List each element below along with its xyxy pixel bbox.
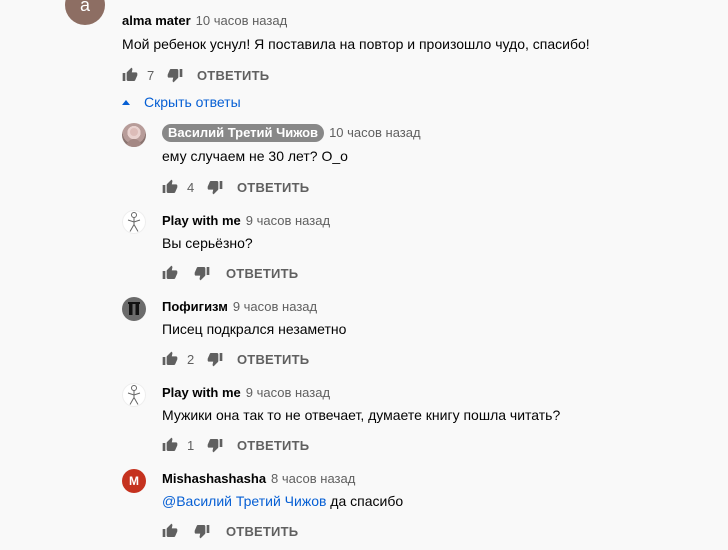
person-photo-icon [126, 128, 142, 147]
comment-actions: 4 ОТВЕТИТЬ [162, 177, 309, 197]
comment-text: ему случаем не 30 лет? O_o [162, 148, 348, 164]
like-button[interactable] [162, 523, 178, 539]
comment-header: Mishashashasha 8 часов назад [162, 471, 355, 486]
comment-author[interactable]: Пофигизм [162, 299, 228, 314]
avatar[interactable] [122, 297, 146, 321]
avatar[interactable]: a [65, 0, 105, 25]
avatar[interactable] [122, 210, 146, 234]
stick-figure-icon [127, 385, 141, 405]
like-count: 4 [187, 179, 195, 195]
reply-button[interactable]: ОТВЕТИТЬ [237, 438, 309, 453]
hide-replies-button[interactable]: Скрыть ответы [121, 94, 241, 110]
dislike-button[interactable] [207, 351, 223, 367]
comment-text: Мужики она так то не отвечает, думаете к… [162, 407, 561, 423]
like-button[interactable] [162, 179, 178, 195]
thumbs-up-icon [162, 437, 178, 451]
like-button[interactable] [162, 265, 178, 281]
comment-actions: 1 ОТВЕТИТЬ [162, 435, 309, 455]
comment-author[interactable]: alma mater [122, 13, 191, 28]
thumbs-down-icon [207, 439, 223, 453]
thumbs-down-icon [167, 69, 183, 83]
comment-time[interactable]: 10 часов назад [329, 125, 421, 140]
comment-time[interactable]: 9 часов назад [233, 299, 317, 314]
comment-text-body: да спасибо [326, 493, 404, 509]
thumbs-up-icon [122, 67, 138, 81]
dislike-button[interactable] [207, 437, 223, 453]
comment-time[interactable]: 9 часов назад [246, 385, 330, 400]
comment-actions: 2 ОТВЕТИТЬ [162, 349, 309, 369]
comment-header: Пофигизм 9 часов назад [162, 299, 317, 314]
comment-actions: ОТВЕТИТЬ [162, 263, 298, 283]
like-count: 7 [147, 67, 155, 83]
thumbs-up-icon [162, 351, 178, 365]
stick-figure-icon [127, 212, 141, 232]
avatar[interactable] [122, 383, 146, 407]
comment-text: Мой ребенок уснул! Я поставила на повтор… [122, 36, 590, 52]
reply-button[interactable]: ОТВЕТИТЬ [226, 524, 298, 539]
thumbs-down-icon [194, 267, 210, 281]
comment-time[interactable]: 8 часов назад [271, 471, 355, 486]
comment-time[interactable]: 10 часов назад [196, 13, 288, 28]
reply-button[interactable]: ОТВЕТИТЬ [237, 180, 309, 195]
avatar-letter: a [79, 0, 90, 15]
comment-author[interactable]: Play with me [162, 213, 241, 228]
like-button[interactable] [162, 437, 178, 453]
thumbs-down-icon [207, 353, 223, 367]
comment-header: alma mater 10 часов назад [122, 13, 287, 28]
avatar[interactable] [122, 123, 146, 147]
comment-time[interactable]: 9 часов назад [246, 213, 330, 228]
avatar[interactable]: M [122, 469, 146, 493]
comment-text: Вы серьёзно? [162, 235, 253, 251]
reply-button[interactable]: ОТВЕТИТЬ [197, 68, 269, 83]
comment-author[interactable]: Play with me [162, 385, 241, 400]
thumbs-down-icon [207, 181, 223, 195]
thumbs-up-icon [162, 265, 178, 279]
comment-author-badge[interactable]: Василий Третий Чижов [162, 124, 325, 142]
thumbs-up-icon [162, 523, 178, 537]
dislike-button[interactable] [207, 179, 223, 195]
comment-text: Писец подкрался незаметно [162, 321, 347, 337]
thumbs-down-icon [194, 525, 210, 539]
thumbs-up-icon [162, 179, 178, 193]
comment-header: Play with me 9 часов назад [162, 213, 330, 228]
avatar-letter: M [129, 474, 139, 488]
like-button[interactable] [122, 67, 138, 83]
comment-text: @Василий Третий Чижов да спасибо [162, 493, 403, 509]
like-button[interactable] [162, 351, 178, 367]
user-mention-link[interactable]: @Василий Третий Чижов [162, 493, 326, 509]
dislike-button[interactable] [194, 523, 210, 539]
dislike-button[interactable] [167, 67, 183, 83]
pause-icon [128, 302, 140, 315]
comment-actions: ОТВЕТИТЬ [162, 521, 298, 541]
like-count: 1 [187, 437, 195, 453]
like-count: 2 [187, 351, 195, 367]
reply-button[interactable]: ОТВЕТИТЬ [237, 352, 309, 367]
comment-header: Play with me 9 часов назад [162, 385, 330, 400]
dislike-button[interactable] [194, 265, 210, 281]
comment-header: Василий Третий Чижов 10 часов назад [162, 124, 421, 142]
comment-actions: 7 ОТВЕТИТЬ [122, 65, 269, 85]
caret-up-icon [122, 99, 130, 105]
comment-author[interactable]: Mishashashasha [162, 471, 266, 486]
hide-replies-label: Скрыть ответы [144, 94, 241, 110]
reply-button[interactable]: ОТВЕТИТЬ [226, 266, 298, 281]
